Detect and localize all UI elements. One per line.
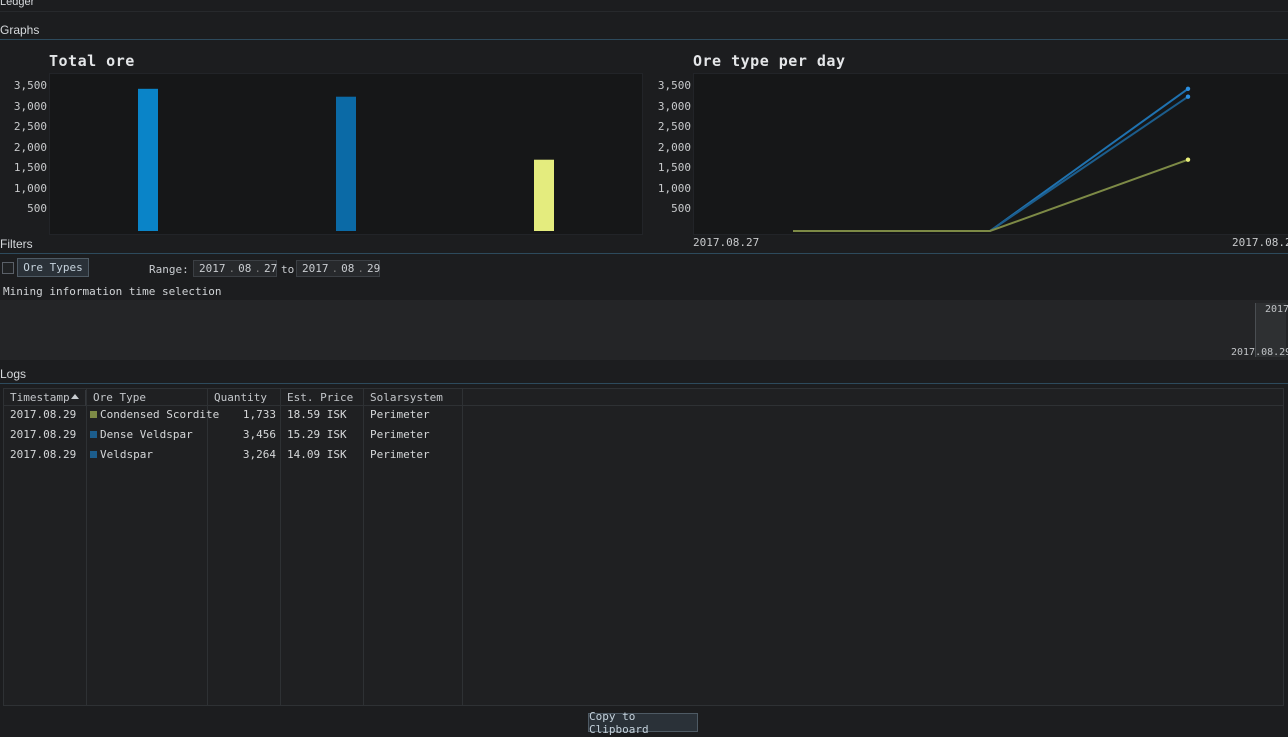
to-day: 29 — [367, 262, 381, 275]
column-header-quantity[interactable]: Quantity — [208, 390, 280, 406]
ore-per-day-y-tick-label: 2,500 — [657, 120, 691, 134]
from-dot-2: . — [254, 262, 261, 275]
ore-per-day-y-tick-label: 500 — [671, 202, 691, 216]
cell-ore-type: Dense Veldspar — [87, 425, 207, 445]
bar-condensed-scordite — [534, 159, 554, 231]
timeline-bar[interactable]: 2017. 2017.08.29 — [0, 300, 1288, 360]
series-line-2 — [793, 158, 1189, 232]
cell-ore-type: Condensed Scordite — [87, 405, 219, 425]
copy-to-clipboard-button[interactable]: Copy to Clipboard — [588, 710, 698, 736]
from-month: 08 — [238, 262, 252, 275]
logs-divider — [0, 383, 1288, 384]
cell-est-price: 15.29 ISK — [287, 428, 347, 441]
bar-veldspar — [336, 96, 356, 231]
bar-dense-veldspar — [138, 88, 158, 231]
total-ore-y-tick-label: 2,500 — [13, 120, 47, 134]
x-tick-start: 2017.08.27 — [693, 236, 760, 249]
total-ore-y-tick-label: 2,000 — [13, 140, 47, 154]
ore-per-day-y-tick-label: 2,000 — [657, 140, 691, 154]
cell-ore-type: Veldspar — [87, 445, 207, 465]
series-point-1 — [1185, 94, 1191, 99]
series-line-1 — [793, 95, 1189, 232]
table-row[interactable]: 2017.08.29 Condensed Scordite 1,733 18.5… — [4, 405, 463, 425]
total-ore-chart — [138, 88, 554, 231]
timeline-bottom-date: 2017.08.29 — [1231, 347, 1288, 358]
ore-color-swatch — [90, 431, 97, 438]
logs-table: Timestamp Ore Type Quantity Est. Price S… — [3, 388, 1284, 706]
cell-timestamp: 2017.08.29 — [10, 428, 77, 441]
from-day: 27 — [264, 262, 278, 275]
total-ore-y-tick-label: 3,000 — [13, 99, 47, 113]
total-ore-y-tick-label: 500 — [27, 202, 47, 216]
ore-name: Dense Veldspar — [100, 428, 193, 441]
total-ore-y-tick-label: 1,500 — [13, 161, 47, 175]
column-header-timestamp[interactable]: Timestamp — [4, 390, 86, 406]
range-from-field[interactable]: 2017 . 08 . 27 — [193, 260, 277, 277]
table-row[interactable]: 2017.08.29 Veldspar 3,264 14.09 ISK Peri… — [4, 445, 463, 465]
ore-per-day-y-tick-label: 1,500 — [657, 161, 691, 175]
to-dot-1: . — [331, 262, 339, 275]
ore-types-checkbox[interactable] — [2, 262, 14, 274]
from-dot-1: . — [228, 262, 236, 275]
logs-section-title: Logs — [0, 367, 27, 381]
ore-per-day-y-tick-label: 3,000 — [657, 99, 691, 113]
ore-per-day-chart — [793, 86, 1191, 232]
graphs-divider — [0, 39, 1288, 40]
ore-per-day-plot — [693, 73, 1288, 235]
header-divider — [0, 11, 1288, 12]
column-label: Timestamp — [10, 391, 70, 404]
to-dot-2: . — [357, 262, 364, 275]
range-label: Range: — [149, 263, 189, 276]
total-ore-y-tick-label: 3,500 — [13, 79, 47, 92]
column-header-ore-type[interactable]: Ore Type — [87, 390, 207, 406]
cell-est-price: 18.59 ISK — [287, 408, 347, 421]
cell-timestamp: 2017.08.29 — [10, 408, 77, 421]
total-ore-plot — [49, 73, 643, 235]
cell-solarsystem: Perimeter — [370, 428, 430, 441]
ore-per-day-y-tick-label: 3,500 — [657, 79, 691, 92]
table-row[interactable]: 2017.08.29 Dense Veldspar 3,456 15.29 IS… — [4, 425, 463, 445]
total-ore-y-tick-label: 1,000 — [13, 181, 47, 195]
sort-ascending-icon — [71, 394, 79, 399]
ore-name: Veldspar — [100, 448, 153, 461]
series-line-0 — [793, 87, 1189, 232]
ore-per-day-title: Ore type per day — [693, 52, 846, 70]
filters-section-title: Filters — [0, 237, 33, 251]
series-point-0 — [1185, 86, 1191, 92]
cell-quantity: 3,456 — [242, 428, 276, 441]
range-to-field[interactable]: 2017 . 08 . 29 — [296, 260, 380, 277]
column-header-solarsystem[interactable]: Solarsystem — [364, 390, 462, 406]
ore-color-swatch — [90, 451, 97, 458]
ore-per-day-y-tick-label: 1,000 — [657, 181, 691, 195]
ore-name: Condensed Scordite — [100, 408, 220, 421]
ore-types-button[interactable]: Ore Types — [17, 258, 89, 277]
filters-divider — [0, 253, 1288, 254]
cell-solarsystem: Perimeter — [370, 448, 430, 461]
x-tick-end: 2017.08.29 — [1232, 236, 1288, 249]
timeline-top-date: 2017. — [1265, 304, 1288, 315]
cell-timestamp: 2017.08.29 — [10, 448, 77, 461]
cell-quantity: 1,733 — [242, 408, 276, 421]
range-to-label: to — [281, 263, 295, 276]
series-point-2 — [1185, 157, 1191, 162]
graphs-section-title: Graphs — [0, 23, 40, 37]
to-year: 2017 — [302, 262, 329, 275]
cell-quantity: 3,264 — [242, 448, 276, 461]
ore-color-swatch — [90, 411, 97, 418]
timeline-label: Mining information time selection — [3, 285, 222, 298]
ledger-title: Ledger — [0, 0, 35, 8]
cell-est-price: 14.09 ISK — [287, 448, 347, 461]
total-ore-title: Total ore — [49, 52, 135, 70]
to-month: 08 — [341, 262, 355, 275]
column-header-est-price[interactable]: Est. Price — [281, 390, 363, 406]
cell-solarsystem: Perimeter — [370, 408, 430, 421]
from-year: 2017 — [199, 262, 226, 275]
